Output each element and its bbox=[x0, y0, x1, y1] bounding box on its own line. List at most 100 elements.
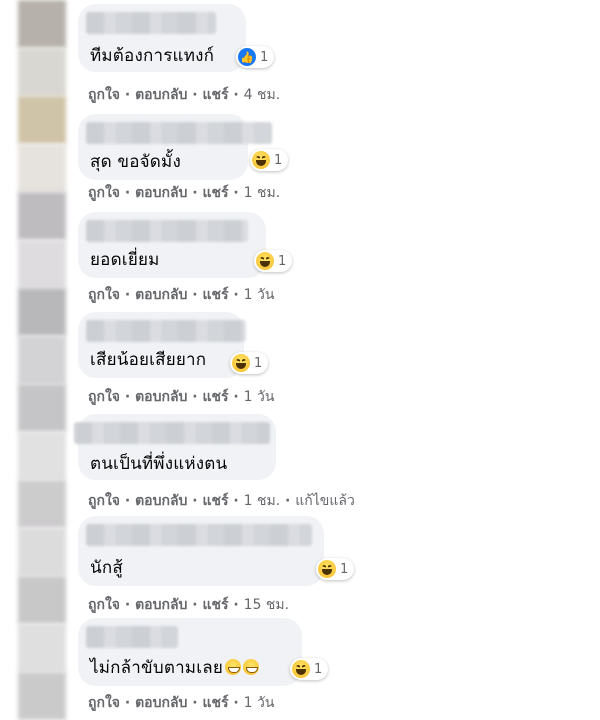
comment-text: นักสู้ bbox=[90, 558, 123, 578]
haha-icon bbox=[256, 252, 274, 270]
reaction-summary[interactable]: 1 bbox=[290, 658, 329, 680]
avatar[interactable] bbox=[18, 672, 66, 720]
share-link[interactable]: แชร์ bbox=[203, 389, 229, 405]
comment-bubble: เสียน้อยเสียยาก bbox=[78, 312, 246, 378]
separator: · bbox=[124, 493, 131, 509]
like-icon: 👍 bbox=[238, 48, 256, 66]
reply-link[interactable]: ตอบกลับ bbox=[135, 87, 187, 103]
avatar[interactable] bbox=[18, 144, 66, 192]
separator: · bbox=[124, 287, 131, 303]
separator: · bbox=[124, 597, 131, 613]
share-link[interactable]: แชร์ bbox=[203, 185, 229, 201]
avatar[interactable] bbox=[18, 576, 66, 624]
avatar[interactable] bbox=[18, 624, 66, 672]
avatar[interactable] bbox=[18, 288, 66, 336]
avatar[interactable] bbox=[18, 192, 66, 240]
comment-bubble: นักสู้ bbox=[78, 516, 324, 586]
commenter-name[interactable] bbox=[86, 524, 312, 546]
comment-bubble: ยอดเยี่ยม bbox=[78, 212, 266, 278]
separator: · bbox=[233, 597, 239, 613]
reply-link[interactable]: ตอบกลับ bbox=[135, 185, 187, 201]
comment-actions: ถูกใจ · ตอบกลับ · แชร์ · 1 วัน bbox=[88, 692, 274, 714]
timestamp[interactable]: 4 ชม. bbox=[244, 87, 281, 103]
comment-text: ทีมต้องการแทงก์ bbox=[90, 46, 215, 66]
comment-text: เสียน้อยเสียยาก bbox=[90, 350, 207, 370]
separator: · bbox=[192, 389, 198, 405]
avatar[interactable] bbox=[18, 96, 66, 144]
reply-link[interactable]: ตอบกลับ bbox=[135, 287, 187, 303]
reaction-count: 1 bbox=[254, 355, 263, 371]
comment-text: สุด ขอจัดมั้ง bbox=[90, 152, 181, 172]
separator: · bbox=[124, 389, 131, 405]
comment-text-row: ไม่กล้าขับตามเลย bbox=[90, 654, 260, 681]
separator: · bbox=[124, 695, 131, 711]
avatar[interactable] bbox=[18, 432, 66, 480]
commenter-name[interactable] bbox=[86, 320, 246, 342]
reaction-summary[interactable]: 👍 1 bbox=[236, 46, 275, 68]
timestamp[interactable]: 1 ชม. bbox=[244, 493, 281, 509]
timestamp[interactable]: 1 วัน bbox=[244, 695, 275, 711]
comment-text: ไม่กล้าขับตามเลย bbox=[90, 658, 224, 678]
edited-label[interactable]: แก้ไขแล้ว bbox=[295, 493, 355, 509]
reaction-count: 1 bbox=[314, 661, 323, 677]
separator: · bbox=[233, 287, 239, 303]
share-link[interactable]: แชร์ bbox=[203, 493, 229, 509]
separator: · bbox=[233, 87, 239, 103]
separator: · bbox=[233, 493, 239, 509]
comment-actions: ถูกใจ · ตอบกลับ · แชร์ · 1 ชม. bbox=[88, 182, 280, 204]
comment-bubble: ตนเป็นที่พึ่งแห่งตน bbox=[74, 414, 276, 480]
avatar[interactable] bbox=[18, 480, 66, 528]
avatar[interactable] bbox=[18, 48, 66, 96]
commenter-name[interactable] bbox=[86, 12, 216, 34]
like-link[interactable]: ถูกใจ bbox=[88, 389, 120, 405]
avatar[interactable] bbox=[18, 0, 66, 48]
reply-link[interactable]: ตอบกลับ bbox=[135, 597, 187, 613]
comment-actions: ถูกใจ · ตอบกลับ · แชร์ · 1 วัน bbox=[88, 284, 274, 306]
avatar[interactable] bbox=[18, 384, 66, 432]
haha-icon bbox=[292, 660, 310, 678]
separator: · bbox=[124, 87, 131, 103]
avatar[interactable] bbox=[18, 336, 66, 384]
avatar[interactable] bbox=[18, 240, 66, 288]
like-link[interactable]: ถูกใจ bbox=[88, 597, 120, 613]
like-link[interactable]: ถูกใจ bbox=[88, 185, 120, 201]
reaction-summary[interactable]: 1 bbox=[254, 250, 293, 272]
grin-emoji-icon bbox=[243, 659, 260, 675]
share-link[interactable]: แชร์ bbox=[203, 695, 229, 711]
like-link[interactable]: ถูกใจ bbox=[88, 493, 120, 509]
like-link[interactable]: ถูกใจ bbox=[88, 287, 120, 303]
timestamp[interactable]: 1 ชม. bbox=[244, 185, 281, 201]
reply-link[interactable]: ตอบกลับ bbox=[135, 493, 187, 509]
commenter-name[interactable] bbox=[86, 626, 178, 648]
reaction-summary[interactable]: 1 bbox=[230, 352, 269, 374]
separator: · bbox=[192, 87, 198, 103]
commenter-name[interactable] bbox=[86, 220, 248, 242]
comment-bubble: ไม่กล้าขับตามเลย bbox=[78, 618, 302, 686]
reply-link[interactable]: ตอบกลับ bbox=[135, 389, 187, 405]
share-link[interactable]: แชร์ bbox=[203, 87, 229, 103]
like-link[interactable]: ถูกใจ bbox=[88, 87, 120, 103]
timestamp[interactable]: 1 วัน bbox=[244, 287, 275, 303]
grin-emoji-icon bbox=[225, 659, 242, 675]
share-link[interactable]: แชร์ bbox=[203, 597, 229, 613]
comment-bubble: ทีมต้องการแทงก์ bbox=[78, 4, 246, 72]
reaction-summary[interactable]: 1 bbox=[250, 149, 289, 171]
reply-link[interactable]: ตอบกลับ bbox=[135, 695, 187, 711]
reaction-summary[interactable]: 1 bbox=[316, 558, 355, 580]
separator: · bbox=[233, 185, 239, 201]
timestamp[interactable]: 15 ชม. bbox=[244, 597, 289, 613]
haha-icon bbox=[232, 354, 250, 372]
commenter-name[interactable] bbox=[86, 122, 272, 144]
separator: · bbox=[124, 185, 131, 201]
haha-icon bbox=[318, 560, 336, 578]
commenter-name[interactable] bbox=[74, 422, 270, 444]
share-link[interactable]: แชร์ bbox=[203, 287, 229, 303]
reaction-count: 1 bbox=[260, 49, 269, 65]
timestamp[interactable]: 1 วัน bbox=[244, 389, 275, 405]
avatar[interactable] bbox=[18, 528, 66, 576]
separator: · bbox=[233, 389, 239, 405]
separator: · bbox=[233, 695, 239, 711]
comment-text: ยอดเยี่ยม bbox=[90, 250, 160, 270]
like-link[interactable]: ถูกใจ bbox=[88, 695, 120, 711]
comment-actions: ถูกใจ · ตอบกลับ · แชร์ · 1 วัน bbox=[88, 386, 274, 408]
